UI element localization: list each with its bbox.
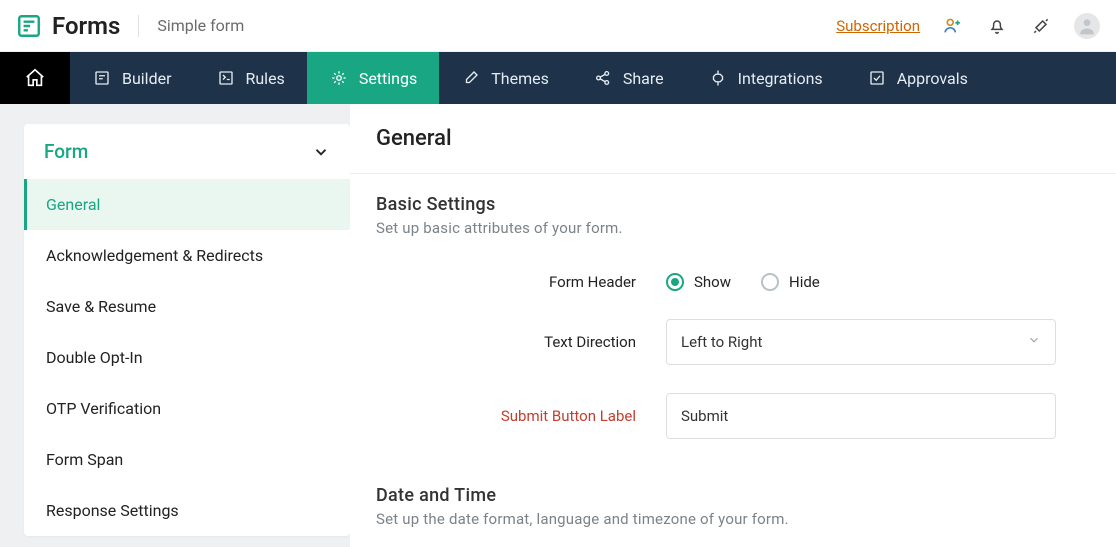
- sidebar-item-label: Double Opt-In: [46, 348, 143, 367]
- nav-label: Rules: [246, 69, 285, 88]
- tools-icon[interactable]: [1030, 15, 1052, 37]
- themes-icon: [461, 68, 481, 88]
- radio-label: Show: [694, 273, 731, 291]
- sidebar-group-header[interactable]: Form: [24, 124, 350, 179]
- rules-icon: [216, 68, 236, 88]
- top-bar: Forms Simple form Subscription: [0, 0, 1116, 52]
- section-datetime: Date and Time Set up the date format, la…: [376, 485, 1090, 528]
- main-area: Form General Acknowledgement & Redirects…: [0, 104, 1116, 547]
- approvals-icon: [867, 68, 887, 88]
- radio-icon: [761, 273, 779, 291]
- sidebar-card: Form General Acknowledgement & Redirects…: [24, 124, 350, 536]
- sidebar-item-form-span[interactable]: Form Span: [24, 434, 350, 485]
- nav-share[interactable]: Share: [571, 52, 686, 104]
- nav-label: Builder: [122, 69, 172, 88]
- select-value: Left to Right: [681, 333, 762, 351]
- forms-logo-icon: [16, 13, 42, 39]
- nav-label: Approvals: [897, 69, 968, 88]
- section-title: Basic Settings: [376, 194, 1090, 215]
- sidebar-item-label: Acknowledgement & Redirects: [46, 246, 263, 265]
- sidebar-group-title: Form: [44, 140, 88, 163]
- sidebar-item-label: General: [46, 195, 100, 214]
- nav-home[interactable]: [0, 52, 70, 104]
- sidebar-item-label: OTP Verification: [46, 399, 161, 418]
- content-panel: General Basic Settings Set up basic attr…: [350, 104, 1116, 547]
- integrations-icon: [708, 68, 728, 88]
- form-header-radio-group: Show Hide: [666, 273, 1056, 291]
- page-title: General: [376, 126, 1090, 151]
- bell-icon[interactable]: [986, 15, 1008, 37]
- nav-label: Share: [623, 69, 664, 88]
- topbar-right: Subscription: [836, 13, 1100, 39]
- nav-approvals[interactable]: Approvals: [845, 52, 990, 104]
- divider: [350, 173, 1116, 174]
- sidebar-item-double-opt-in[interactable]: Double Opt-In: [24, 332, 350, 383]
- nav-label: Themes: [491, 69, 549, 88]
- builder-icon: [92, 68, 112, 88]
- nav-builder[interactable]: Builder: [70, 52, 194, 104]
- section-title: Date and Time: [376, 485, 1090, 506]
- sidebar-item-otp[interactable]: OTP Verification: [24, 383, 350, 434]
- sidebar-item-response-settings[interactable]: Response Settings: [24, 485, 350, 536]
- nav-integrations[interactable]: Integrations: [686, 52, 845, 104]
- sidebar-item-label: Response Settings: [46, 501, 179, 520]
- chevron-down-icon: [1027, 333, 1041, 351]
- form-title: Simple form: [157, 16, 244, 35]
- settings-sidebar: Form General Acknowledgement & Redirects…: [0, 104, 350, 547]
- settings-icon: [329, 68, 349, 88]
- text-direction-select[interactable]: Left to Right: [666, 319, 1056, 365]
- user-plus-icon[interactable]: [942, 15, 964, 37]
- nav-label: Integrations: [738, 69, 823, 88]
- sidebar-item-label: Save & Resume: [46, 297, 156, 316]
- field-submit-button-label: Submit Button Label: [376, 393, 1090, 439]
- nav-themes[interactable]: Themes: [439, 52, 571, 104]
- sidebar-item-acknowledgement[interactable]: Acknowledgement & Redirects: [24, 230, 350, 281]
- sidebar-item-save-resume[interactable]: Save & Resume: [24, 281, 350, 332]
- nav-settings[interactable]: Settings: [307, 52, 439, 104]
- radio-icon: [666, 273, 684, 291]
- field-label: Submit Button Label: [376, 407, 666, 425]
- avatar[interactable]: [1074, 13, 1100, 39]
- section-basic: Basic Settings Set up basic attributes o…: [376, 194, 1090, 439]
- separator: [138, 15, 139, 37]
- field-label: Text Direction: [376, 333, 666, 351]
- chevron-down-icon: [312, 143, 330, 161]
- radio-label: Hide: [789, 273, 820, 291]
- subscription-link[interactable]: Subscription: [836, 17, 920, 35]
- field-label: Form Header: [376, 273, 666, 291]
- radio-hide[interactable]: Hide: [761, 273, 820, 291]
- main-nav: Builder Rules Settings Themes Share Inte…: [0, 52, 1116, 104]
- sidebar-item-label: Form Span: [46, 450, 123, 469]
- brand: Forms: [16, 12, 120, 40]
- sidebar-item-general[interactable]: General: [24, 179, 350, 230]
- section-subtitle: Set up the date format, language and tim…: [376, 510, 1090, 528]
- field-text-direction: Text Direction Left to Right: [376, 319, 1090, 365]
- field-form-header: Form Header Show Hide: [376, 273, 1090, 291]
- share-icon: [593, 68, 613, 88]
- brand-name: Forms: [52, 12, 120, 40]
- section-subtitle: Set up basic attributes of your form.: [376, 219, 1090, 237]
- submit-button-label-input[interactable]: [666, 393, 1056, 439]
- radio-show[interactable]: Show: [666, 273, 731, 291]
- nav-rules[interactable]: Rules: [194, 52, 307, 104]
- nav-label: Settings: [359, 69, 417, 88]
